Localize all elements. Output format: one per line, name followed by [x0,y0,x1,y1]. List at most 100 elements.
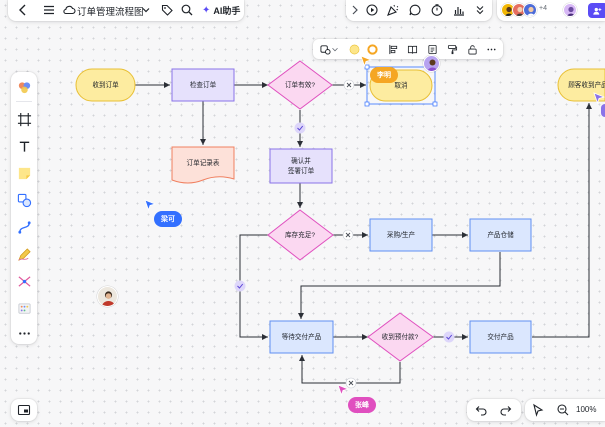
tool-frame[interactable] [11,108,37,130]
comment-icon[interactable] [406,1,424,19]
play-icon[interactable] [363,1,381,19]
collaborator-avatar-3[interactable] [523,3,537,17]
lock-icon [467,44,477,54]
text-icon [19,141,29,152]
node-check-order-label: 检查订单 [190,80,217,89]
cloud-icon [60,1,78,19]
node-order-valid-label: 订单有效? [285,80,315,89]
double-chevron-down-icon[interactable] [471,1,489,19]
doc-title[interactable]: 订单管理流程图 [77,4,144,18]
timer-icon[interactable] [428,1,446,19]
node-order-record[interactable]: 订单记录表 [171,146,235,184]
connector-icon [17,220,31,234]
node-purchase[interactable]: 采购/生产 [369,218,433,252]
table-icon [18,302,30,314]
zoom-out-icon[interactable] [554,401,572,419]
ai-assistant-label: AI助手 [213,6,241,16]
edge-label-check-3[interactable] [443,331,455,343]
node-prepaid[interactable]: 收到预付款? [367,312,434,362]
tool-more[interactable] [11,322,37,344]
zoom-controls: 100% [525,399,605,421]
node-confirm-sign[interactable]: 确认并 签署订单 [269,148,333,184]
node-order-valid[interactable]: 订单有效? [267,60,333,110]
edge-label-check-2[interactable] [234,280,246,292]
book-icon [407,45,417,54]
top-left-toolbar: 订单管理流程图 ✦ AI助手 [8,0,244,21]
edge-label-x-2[interactable] [342,229,354,241]
format-painter-icon [447,44,457,54]
templates-icon [18,81,30,93]
node-deliver[interactable]: 交付产品 [469,320,532,354]
sticky-note-icon [18,167,30,179]
cursor-user1-pointer [360,55,372,67]
note-icon [427,44,437,54]
canvas-user-avatar [97,286,118,307]
tool-connector[interactable] [11,216,37,238]
zoom-level[interactable]: 100% [576,405,596,414]
align-icon [388,44,397,54]
node-deliver-label: 交付产品 [487,332,514,341]
node-stock-enough[interactable]: 库存充足? [267,209,334,261]
chart-icon[interactable] [450,1,468,19]
cursor-user4-pointer [593,92,605,104]
ft-shape-dropdown[interactable] [330,41,340,57]
border-color-icon [366,43,378,55]
minimap-icon[interactable] [15,401,33,419]
tool-text[interactable] [11,135,37,157]
add-user-icon [593,7,602,15]
collaborators-bar: +4 [497,0,605,21]
shape-switch-icon [319,44,331,55]
node-wait-delivery[interactable]: 等待交付产品 [269,320,334,354]
cursor-user3-tag: 张峰 [348,397,376,413]
chevron-down-icon [332,47,338,51]
fill-color-icon [349,44,359,54]
node-confirm-sign-label-2: 签署订单 [288,166,315,175]
node-product-storage-label: 产品仓储 [487,230,514,239]
collaborator-count[interactable]: +4 [539,5,547,12]
mindmap-icon [17,275,31,287]
collapse-right-icon[interactable] [346,1,364,19]
undo-icon[interactable] [472,401,490,419]
back-icon[interactable] [14,1,32,19]
ft-format-painter[interactable] [444,41,460,57]
cursor-user1-avatar [423,55,440,72]
node-purchase-label: 采购/生产 [387,230,416,239]
node-check-order[interactable]: 检查订单 [171,68,235,102]
more-icon [486,48,496,50]
celebrate-icon[interactable] [384,1,402,19]
edge-label-x-1[interactable] [343,79,355,91]
menu-icon[interactable] [40,1,58,19]
ai-assistant-button[interactable]: ✦ AI助手 [202,4,240,17]
flowchart-canvas[interactable]: 收到订单 检查订单 订单有效? 取消 顾客收到产品 订单记录表 确认并 签署订单… [0,0,605,427]
ft-align[interactable] [385,41,401,57]
tool-pen[interactable] [11,243,37,265]
node-stock-enough-label: 库存充足? [285,230,315,239]
tool-shapes[interactable] [11,189,37,211]
ft-lock[interactable] [464,41,480,57]
cursor-user4-tag [601,104,605,117]
tool-sticky-note[interactable] [11,162,37,184]
ft-more[interactable] [483,41,499,57]
shapes-icon [17,193,31,207]
more-icon [18,331,30,335]
node-confirm-sign-label-1: 确认并 [291,156,311,165]
cursor-user2-pointer [144,199,156,211]
edge-label-check-1[interactable] [294,122,306,134]
redo-icon[interactable] [497,401,515,419]
share-button[interactable] [588,3,605,18]
node-product-storage[interactable]: 产品仓储 [469,218,532,252]
tool-mindmap[interactable] [11,270,37,292]
node-receive-order[interactable]: 收到订单 [75,68,136,102]
node-customer-receives-label: 顾客收到产品 [568,80,605,89]
tool-table[interactable] [11,297,37,319]
cursor-user2-tag: 梁可 [154,211,182,227]
frame-icon [17,112,31,126]
select-pointer-icon[interactable] [529,401,547,419]
chevron-down-icon[interactable] [137,1,155,19]
tag-icon[interactable] [158,1,176,19]
ft-book[interactable] [404,41,420,57]
search-icon[interactable] [178,1,196,19]
current-user-avatar[interactable] [563,3,577,17]
tool-templates[interactable] [11,76,37,98]
ai-sparkle-icon: ✦ [202,5,211,16]
